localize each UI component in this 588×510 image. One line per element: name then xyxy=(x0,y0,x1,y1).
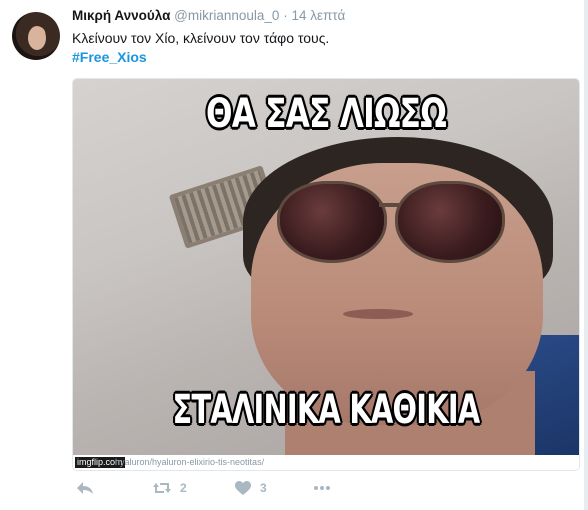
avatar-face xyxy=(28,26,46,50)
retweet-button[interactable]: 2 xyxy=(152,480,187,496)
display-name[interactable]: Μικρή Αννούλα xyxy=(72,8,170,23)
tweet-timestamp[interactable]: 14 λεπτά xyxy=(291,8,345,23)
heart-icon xyxy=(234,480,252,496)
reply-button[interactable] xyxy=(76,480,94,496)
retweet-icon xyxy=(152,480,172,496)
sunglasses-right-lens xyxy=(395,181,505,263)
separator-dot: · xyxy=(283,8,288,23)
more-button[interactable] xyxy=(312,480,332,496)
tweet-media[interactable]: ΘΑ ΣΑΣ ΛΙΩΣΩ ΣΤΑΛΙΝΙΚΑ ΚΑΘΙΚΙΑ imgflip.c… xyxy=(72,78,580,471)
sunglasses-left-lens xyxy=(277,181,387,263)
retweet-count: 2 xyxy=(180,481,187,495)
meme-photo: ΘΑ ΣΑΣ ΛΙΩΣΩ ΣΤΑΛΙΝΙΚΑ ΚΑΘΙΚΙΑ xyxy=(73,79,579,455)
timeline-border xyxy=(584,0,588,510)
meme-bottom-text: ΣΤΑΛΙΝΙΚΑ ΚΑΘΙΚΙΑ xyxy=(172,387,481,433)
like-button[interactable]: 3 xyxy=(234,480,267,496)
tweet-text: Κλείνουν τον Χίο, κλείνουν τον τάφο τους… xyxy=(72,30,330,46)
reply-icon xyxy=(76,480,94,496)
more-icon xyxy=(312,480,332,496)
like-count: 3 xyxy=(260,481,267,495)
image-url: hyaluron/hyaluron-elixirio-tis-neotitas/ xyxy=(115,457,265,467)
avatar[interactable] xyxy=(12,12,60,60)
meme-top-text: ΘΑ ΣΑΣ ΛΙΩΣΩ xyxy=(206,91,447,137)
sunglasses-bridge xyxy=(379,203,399,207)
user-handle[interactable]: @mikriannoula_0 xyxy=(174,8,279,23)
tweet-header: Μικρή Αννούλα @mikriannoula_0 · 14 λεπτά xyxy=(72,8,345,23)
mouth xyxy=(343,309,413,319)
hashtag-link[interactable]: #Free_Xios xyxy=(72,48,147,67)
